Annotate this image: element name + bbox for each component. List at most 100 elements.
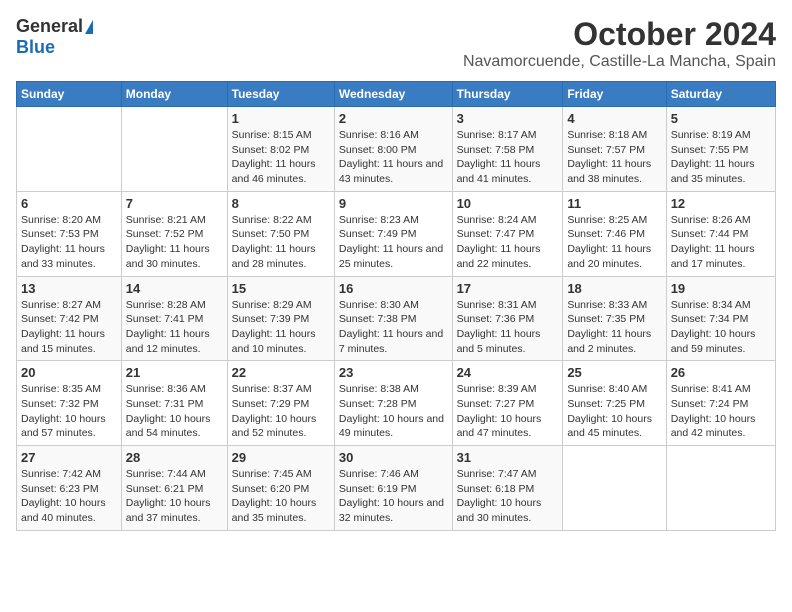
day-info: Sunrise: 8:29 AM Sunset: 7:39 PM Dayligh… bbox=[232, 299, 316, 355]
day-info: Sunrise: 8:19 AM Sunset: 7:55 PM Dayligh… bbox=[671, 129, 755, 185]
day-info: Sunrise: 8:24 AM Sunset: 7:47 PM Dayligh… bbox=[457, 214, 541, 270]
header-tuesday: Tuesday bbox=[227, 82, 334, 107]
day-number: 9 bbox=[339, 196, 448, 211]
day-number: 12 bbox=[671, 196, 771, 211]
day-number: 19 bbox=[671, 281, 771, 296]
day-info: Sunrise: 7:44 AM Sunset: 6:21 PM Dayligh… bbox=[126, 468, 211, 524]
header-wednesday: Wednesday bbox=[334, 82, 452, 107]
day-info: Sunrise: 8:36 AM Sunset: 7:31 PM Dayligh… bbox=[126, 383, 211, 439]
calendar-cell: 10 Sunrise: 8:24 AM Sunset: 7:47 PM Dayli… bbox=[452, 191, 563, 276]
page-subtitle: Navamorcuende, Castille-La Mancha, Spain bbox=[463, 53, 776, 71]
day-info: Sunrise: 8:20 AM Sunset: 7:53 PM Dayligh… bbox=[21, 214, 105, 270]
calendar-cell: 14Sunrise: 8:28 AM Sunset: 7:41 PM Dayli… bbox=[121, 276, 227, 361]
calendar-cell: 31Sunrise: 7:47 AM Sunset: 6:18 PM Dayli… bbox=[452, 446, 563, 531]
calendar-cell: 8Sunrise: 8:22 AM Sunset: 7:50 PM Daylig… bbox=[227, 191, 334, 276]
day-info: Sunrise: 7:45 AM Sunset: 6:20 PM Dayligh… bbox=[232, 468, 317, 524]
logo: General Blue bbox=[16, 16, 93, 58]
calendar-cell: 2Sunrise: 8:16 AM Sunset: 8:00 PM Daylig… bbox=[334, 107, 452, 192]
day-info: Sunrise: 8:38 AM Sunset: 7:28 PM Dayligh… bbox=[339, 383, 444, 439]
day-number: 21 bbox=[126, 365, 223, 380]
day-number: 28 bbox=[126, 450, 223, 465]
day-info: Sunrise: 8:40 AM Sunset: 7:25 PM Dayligh… bbox=[567, 383, 652, 439]
calendar-week-5: 27Sunrise: 7:42 AM Sunset: 6:23 PM Dayli… bbox=[17, 446, 776, 531]
logo-general-text: General bbox=[16, 16, 83, 37]
calendar-cell: 9 Sunrise: 8:23 AM Sunset: 7:49 PM Daylig… bbox=[334, 191, 452, 276]
header-friday: Friday bbox=[563, 82, 666, 107]
calendar-cell: 23 Sunrise: 8:38 AM Sunset: 7:28 PM Dayli… bbox=[334, 361, 452, 446]
calendar-cell: 28 Sunrise: 7:44 AM Sunset: 6:21 PM Dayli… bbox=[121, 446, 227, 531]
day-info: Sunrise: 8:17 AM Sunset: 7:58 PM Dayligh… bbox=[457, 129, 541, 185]
calendar-cell: 3 Sunrise: 8:17 AM Sunset: 7:58 PM Daylig… bbox=[452, 107, 563, 192]
calendar-cell: 12 Sunrise: 8:26 AM Sunset: 7:44 PM Dayli… bbox=[666, 191, 775, 276]
calendar-week-3: 13Sunrise: 8:27 AM Sunset: 7:42 PM Dayli… bbox=[17, 276, 776, 361]
calendar-table: SundayMondayTuesdayWednesdayThursdayFrid… bbox=[16, 81, 776, 531]
calendar-cell: 13Sunrise: 8:27 AM Sunset: 7:42 PM Dayli… bbox=[17, 276, 122, 361]
day-number: 20 bbox=[21, 365, 117, 380]
calendar-cell: 27Sunrise: 7:42 AM Sunset: 6:23 PM Dayli… bbox=[17, 446, 122, 531]
day-number: 7 bbox=[126, 196, 223, 211]
day-info: Sunrise: 8:23 AM Sunset: 7:49 PM Dayligh… bbox=[339, 214, 443, 270]
calendar-cell: 11Sunrise: 8:25 AM Sunset: 7:46 PM Dayli… bbox=[563, 191, 666, 276]
day-info: Sunrise: 8:41 AM Sunset: 7:24 PM Dayligh… bbox=[671, 383, 756, 439]
calendar-cell: 25Sunrise: 8:40 AM Sunset: 7:25 PM Dayli… bbox=[563, 361, 666, 446]
header-thursday: Thursday bbox=[452, 82, 563, 107]
day-number: 8 bbox=[232, 196, 330, 211]
title-area: October 2024 Navamorcuende, Castille-La … bbox=[463, 16, 776, 71]
calendar-cell: 22 Sunrise: 8:37 AM Sunset: 7:29 PM Dayli… bbox=[227, 361, 334, 446]
day-info: Sunrise: 8:30 AM Sunset: 7:38 PM Dayligh… bbox=[339, 299, 443, 355]
calendar-cell: 6 Sunrise: 8:20 AM Sunset: 7:53 PM Daylig… bbox=[17, 191, 122, 276]
calendar-cell: 16 Sunrise: 8:30 AM Sunset: 7:38 PM Dayli… bbox=[334, 276, 452, 361]
day-number: 24 bbox=[457, 365, 559, 380]
calendar-week-2: 6 Sunrise: 8:20 AM Sunset: 7:53 PM Daylig… bbox=[17, 191, 776, 276]
calendar-cell bbox=[121, 107, 227, 192]
day-info: Sunrise: 8:27 AM Sunset: 7:42 PM Dayligh… bbox=[21, 299, 105, 355]
logo-icon bbox=[85, 20, 93, 34]
calendar-cell bbox=[666, 446, 775, 531]
day-number: 6 bbox=[21, 196, 117, 211]
day-info: Sunrise: 8:34 AM Sunset: 7:34 PM Dayligh… bbox=[671, 299, 756, 355]
day-number: 23 bbox=[339, 365, 448, 380]
calendar-cell: 18 Sunrise: 8:33 AM Sunset: 7:35 PM Dayli… bbox=[563, 276, 666, 361]
day-info: Sunrise: 8:33 AM Sunset: 7:35 PM Dayligh… bbox=[567, 299, 651, 355]
day-number: 18 bbox=[567, 281, 661, 296]
day-number: 3 bbox=[457, 111, 559, 126]
calendar-cell: 5 Sunrise: 8:19 AM Sunset: 7:55 PM Daylig… bbox=[666, 107, 775, 192]
calendar-cell: 29Sunrise: 7:45 AM Sunset: 6:20 PM Dayli… bbox=[227, 446, 334, 531]
page-header: General Blue October 2024 Navamorcuende,… bbox=[16, 16, 776, 71]
day-info: Sunrise: 7:46 AM Sunset: 6:19 PM Dayligh… bbox=[339, 468, 444, 524]
calendar-cell: 19 Sunrise: 8:34 AM Sunset: 7:34 PM Dayli… bbox=[666, 276, 775, 361]
day-number: 15 bbox=[232, 281, 330, 296]
day-number: 31 bbox=[457, 450, 559, 465]
day-info: Sunrise: 8:21 AM Sunset: 7:52 PM Dayligh… bbox=[126, 214, 210, 270]
day-number: 16 bbox=[339, 281, 448, 296]
day-number: 11 bbox=[567, 196, 661, 211]
day-number: 1 bbox=[232, 111, 330, 126]
day-number: 2 bbox=[339, 111, 448, 126]
calendar-cell: 26Sunrise: 8:41 AM Sunset: 7:24 PM Dayli… bbox=[666, 361, 775, 446]
day-info: Sunrise: 8:31 AM Sunset: 7:36 PM Dayligh… bbox=[457, 299, 541, 355]
calendar-cell: 4Sunrise: 8:18 AM Sunset: 7:57 PM Daylig… bbox=[563, 107, 666, 192]
day-info: Sunrise: 8:15 AM Sunset: 8:02 PM Dayligh… bbox=[232, 129, 316, 185]
calendar-cell bbox=[17, 107, 122, 192]
day-info: Sunrise: 8:26 AM Sunset: 7:44 PM Dayligh… bbox=[671, 214, 755, 270]
day-number: 17 bbox=[457, 281, 559, 296]
day-info: Sunrise: 8:18 AM Sunset: 7:57 PM Dayligh… bbox=[567, 129, 651, 185]
calendar-cell: 24Sunrise: 8:39 AM Sunset: 7:27 PM Dayli… bbox=[452, 361, 563, 446]
page-title: October 2024 bbox=[463, 16, 776, 53]
calendar-cell: 21 Sunrise: 8:36 AM Sunset: 7:31 PM Dayli… bbox=[121, 361, 227, 446]
calendar-cell: 1 Sunrise: 8:15 AM Sunset: 8:02 PM Daylig… bbox=[227, 107, 334, 192]
calendar-cell bbox=[563, 446, 666, 531]
calendar-week-4: 20Sunrise: 8:35 AM Sunset: 7:32 PM Dayli… bbox=[17, 361, 776, 446]
header-monday: Monday bbox=[121, 82, 227, 107]
day-number: 30 bbox=[339, 450, 448, 465]
day-info: Sunrise: 8:37 AM Sunset: 7:29 PM Dayligh… bbox=[232, 383, 317, 439]
day-number: 10 bbox=[457, 196, 559, 211]
calendar-cell: 17 Sunrise: 8:31 AM Sunset: 7:36 PM Dayli… bbox=[452, 276, 563, 361]
day-number: 5 bbox=[671, 111, 771, 126]
calendar-week-1: 1 Sunrise: 8:15 AM Sunset: 8:02 PM Daylig… bbox=[17, 107, 776, 192]
header-sunday: Sunday bbox=[17, 82, 122, 107]
calendar-cell: 20Sunrise: 8:35 AM Sunset: 7:32 PM Dayli… bbox=[17, 361, 122, 446]
header-saturday: Saturday bbox=[666, 82, 775, 107]
calendar-header-row: SundayMondayTuesdayWednesdayThursdayFrid… bbox=[17, 82, 776, 107]
day-number: 22 bbox=[232, 365, 330, 380]
